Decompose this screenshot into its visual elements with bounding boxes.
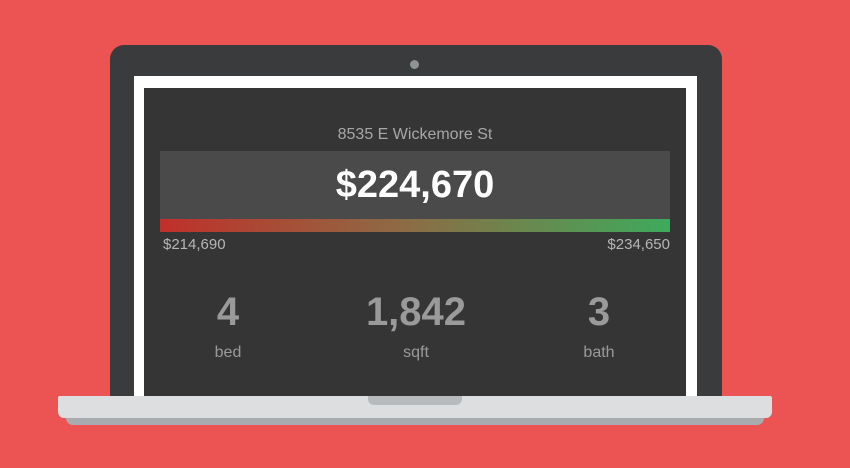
bed-label: bed	[214, 344, 242, 361]
sqft-count: 1,842	[365, 290, 467, 334]
laptop-screen: 8535 E Wickemore St $224,670 $214,690 $2…	[144, 88, 686, 396]
range-max-label: $234,650	[607, 236, 670, 253]
sqft-label: sqft	[403, 344, 429, 361]
stat-bed: 4 bed	[148, 288, 308, 362]
stat-sqft: 1,842 sqft	[336, 288, 496, 362]
range-min-label: $214,690	[163, 236, 226, 253]
estimate-box: $224,670	[160, 151, 670, 219]
stat-bath: 3 bath	[519, 288, 679, 362]
bed-count: 4	[216, 290, 240, 334]
laptop-base-shadow	[66, 418, 764, 425]
bath-label: bath	[583, 344, 615, 361]
laptop-notch	[368, 396, 462, 405]
price-range-bar	[160, 219, 670, 232]
bath-count: 3	[587, 290, 611, 334]
webcam-icon	[410, 60, 419, 69]
estimated-price: $224,670	[335, 164, 495, 206]
property-address: 8535 E Wickemore St	[337, 126, 493, 143]
